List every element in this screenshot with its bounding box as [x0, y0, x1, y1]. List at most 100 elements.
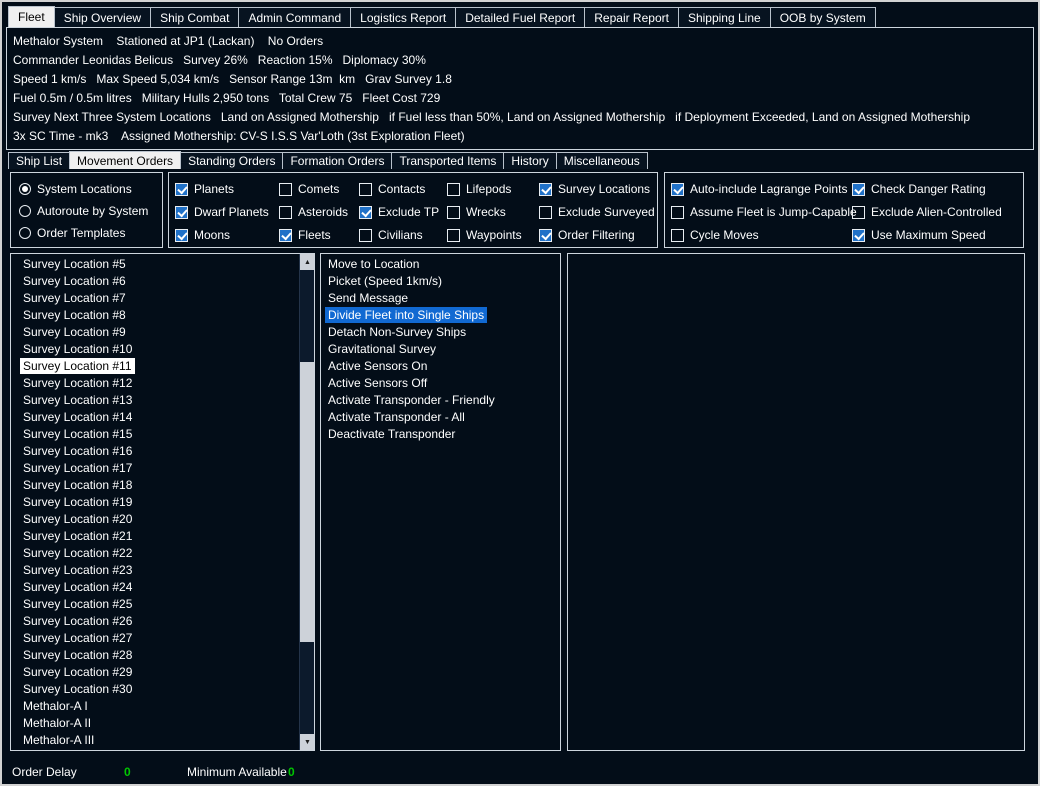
location-item[interactable]: Survey Location #17	[11, 461, 314, 478]
checkbox-waypoints[interactable]: Waypoints	[447, 224, 539, 247]
checkbox-label: Asteroids	[298, 205, 349, 219]
checkbox-check-danger-rating[interactable]: Check Danger Rating	[852, 178, 1002, 201]
radio-order-templates[interactable]: Order Templates	[19, 222, 162, 244]
action-item[interactable]: Divide Fleet into Single Ships	[321, 307, 560, 325]
checkbox-civilians[interactable]: Civilians	[359, 224, 447, 247]
action-item[interactable]: Move to Location	[321, 257, 560, 274]
checkbox-moons[interactable]: Moons	[175, 224, 279, 247]
location-item[interactable]: Survey Location #20	[11, 512, 314, 529]
checkbox-unchecked-icon	[447, 229, 460, 242]
action-item[interactable]: Active Sensors Off	[321, 376, 560, 393]
tab-admin-command[interactable]: Admin Command	[238, 7, 352, 27]
action-item[interactable]: Deactivate Transponder	[321, 427, 560, 444]
scroll-down-button[interactable]: ▼	[300, 734, 314, 750]
checkbox-use-maximum-speed[interactable]: Use Maximum Speed	[852, 224, 1002, 247]
location-item[interactable]: Survey Location #13	[11, 393, 314, 410]
tab-ship-combat[interactable]: Ship Combat	[150, 7, 240, 27]
location-item[interactable]: Survey Location #5	[11, 257, 314, 274]
checkbox-comets[interactable]: Comets	[279, 178, 359, 201]
checkbox-cycle-moves[interactable]: Cycle Moves	[671, 224, 852, 247]
checkbox-checked-icon	[175, 183, 188, 196]
action-item[interactable]: Activate Transponder - All	[321, 410, 560, 427]
location-item[interactable]: Survey Location #16	[11, 444, 314, 461]
location-item[interactable]: Survey Location #14	[11, 410, 314, 427]
action-item[interactable]: Active Sensors On	[321, 359, 560, 376]
tab-fleet[interactable]: Fleet	[8, 6, 55, 27]
checkbox-asteroids[interactable]: Asteroids	[279, 201, 359, 224]
tab-ship-overview[interactable]: Ship Overview	[53, 7, 152, 27]
tab-transported-items[interactable]: Transported Items	[391, 152, 505, 169]
location-item[interactable]: Methalor-A III	[11, 733, 314, 750]
tab-oob-by-system[interactable]: OOB by System	[769, 7, 876, 27]
tab-ship-list[interactable]: Ship List	[8, 152, 71, 169]
checkbox-dwarf-planets[interactable]: Dwarf Planets	[175, 201, 279, 224]
action-item[interactable]: Send Message	[321, 291, 560, 308]
location-item[interactable]: Survey Location #29	[11, 665, 314, 682]
location-item[interactable]: Survey Location #24	[11, 580, 314, 597]
locations-scrollbar[interactable]: ▲ ▼	[299, 254, 314, 750]
checkbox-checked-icon	[359, 206, 372, 219]
location-item-label: Survey Location #5	[23, 257, 126, 271]
checkbox-lifepods[interactable]: Lifepods	[447, 178, 539, 201]
checkbox-unchecked-icon	[359, 183, 372, 196]
location-mode-group: System Locations Autoroute by System Order…	[10, 172, 163, 248]
order-delay-label: Order Delay	[12, 765, 77, 779]
radio-system-locations[interactable]: System Locations	[19, 178, 162, 200]
location-item[interactable]: Survey Location #21	[11, 529, 314, 546]
location-item[interactable]: Survey Location #25	[11, 597, 314, 614]
tab-logistics-report[interactable]: Logistics Report	[350, 7, 457, 27]
location-item[interactable]: Survey Location #26	[11, 614, 314, 631]
location-item[interactable]: Survey Location #23	[11, 563, 314, 580]
checkbox-label: Cycle Moves	[690, 228, 759, 242]
location-item-label: Survey Location #23	[23, 563, 133, 577]
checkbox-order-filtering[interactable]: Order Filtering	[539, 224, 655, 247]
location-item[interactable]: Survey Location #27	[11, 631, 314, 648]
action-item[interactable]: Gravitational Survey	[321, 342, 560, 359]
action-item[interactable]: Detach Non-Survey Ships	[321, 325, 560, 342]
current-orders-listbox	[567, 253, 1025, 751]
checkbox-contacts[interactable]: Contacts	[359, 178, 447, 201]
checkbox-label: Contacts	[378, 182, 426, 196]
location-item[interactable]: Survey Location #9	[11, 325, 314, 342]
location-item[interactable]: Survey Location #22	[11, 546, 314, 563]
tab-formation-orders[interactable]: Formation Orders	[282, 152, 393, 169]
location-item[interactable]: Methalor-A II	[11, 716, 314, 733]
tab-miscellaneous[interactable]: Miscellaneous	[555, 152, 648, 169]
scroll-up-button[interactable]: ▲	[300, 254, 314, 270]
location-item[interactable]: Survey Location #30	[11, 682, 314, 699]
location-item[interactable]: Survey Location #19	[11, 495, 314, 512]
fleet-info-system-line: Methalor System Stationed at JP1 (Lackan…	[13, 34, 324, 48]
location-item[interactable]: Methalor-A I	[11, 699, 314, 716]
tab-detailed-fuel-report[interactable]: Detailed Fuel Report	[455, 7, 586, 27]
checkbox-exclude-tp[interactable]: Exclude TP	[359, 201, 447, 224]
location-item[interactable]: Survey Location #10	[11, 342, 314, 359]
tab-movement-orders[interactable]: Movement Orders	[69, 151, 182, 169]
location-item-label: Survey Location #20	[23, 512, 133, 526]
checkbox-unchecked-icon	[447, 183, 460, 196]
checkbox-survey-locations[interactable]: Survey Locations	[539, 178, 655, 201]
action-item[interactable]: Activate Transponder - Friendly	[321, 393, 560, 410]
location-item[interactable]: Survey Location #18	[11, 478, 314, 495]
checkbox-fleets[interactable]: Fleets	[279, 224, 359, 247]
checkbox-auto-include-lagrange-points[interactable]: Auto-include Lagrange Points	[671, 178, 852, 201]
tab-standing-orders[interactable]: Standing Orders	[180, 152, 284, 169]
tab-history[interactable]: History	[503, 152, 557, 169]
checkbox-assume-fleet-is-jump-capable[interactable]: Assume Fleet is Jump-Capable	[671, 201, 857, 224]
location-item[interactable]: Survey Location #8	[11, 308, 314, 325]
radio-autoroute-by-system[interactable]: Autoroute by System	[19, 200, 162, 222]
checkbox-planets[interactable]: Planets	[175, 178, 279, 201]
tab-shipping-line[interactable]: Shipping Line	[677, 7, 771, 27]
checkbox-exclude-surveyed[interactable]: Exclude Surveyed	[539, 201, 655, 224]
checkbox-exclude-alien-controlled[interactable]: Exclude Alien-Controlled	[852, 201, 1002, 224]
location-item[interactable]: Survey Location #6	[11, 274, 314, 291]
location-item[interactable]: Survey Location #15	[11, 427, 314, 444]
action-item[interactable]: Picket (Speed 1km/s)	[321, 274, 560, 291]
tab-repair-report[interactable]: Repair Report	[584, 7, 679, 27]
location-item[interactable]: Survey Location #11	[11, 358, 314, 376]
filter-column-bodies: Planets Dwarf Planets Moons	[175, 178, 279, 247]
scroll-thumb[interactable]	[300, 362, 314, 642]
location-item[interactable]: Survey Location #28	[11, 648, 314, 665]
checkbox-wrecks[interactable]: Wrecks	[447, 201, 539, 224]
location-item[interactable]: Survey Location #7	[11, 291, 314, 308]
location-item[interactable]: Survey Location #12	[11, 376, 314, 393]
